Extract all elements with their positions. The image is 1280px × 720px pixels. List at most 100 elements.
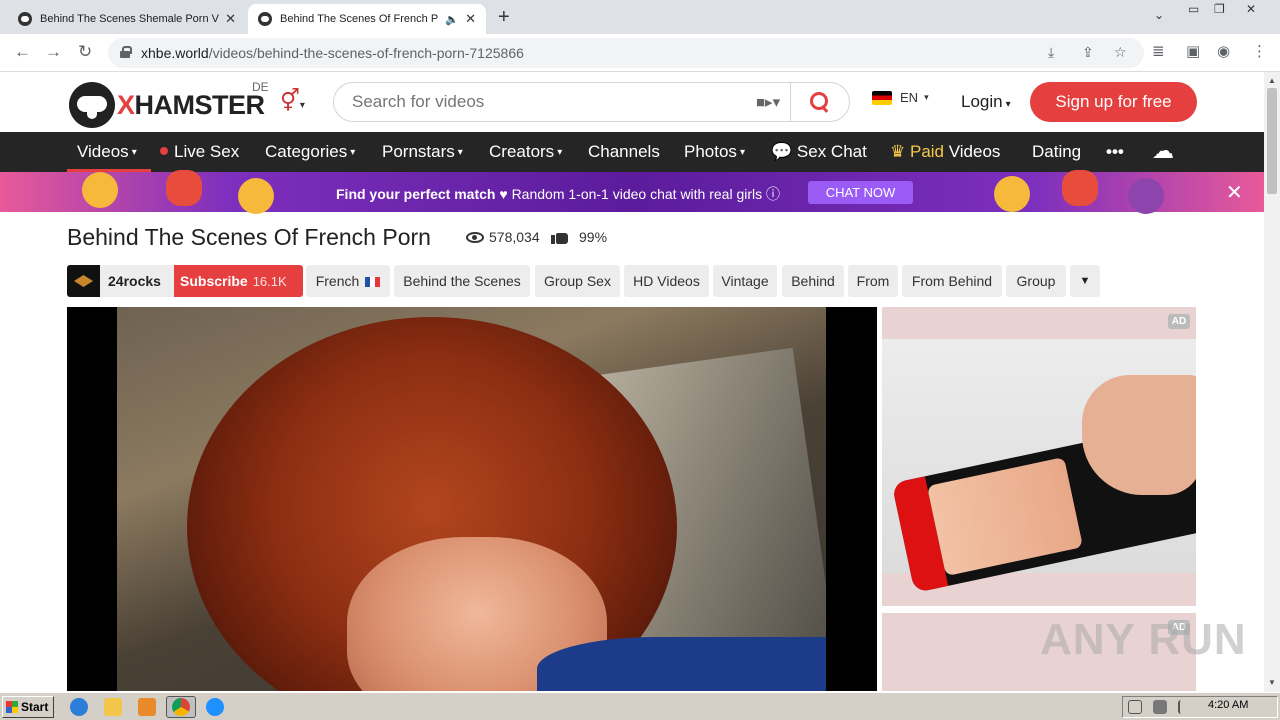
germany-flag-icon xyxy=(872,90,892,105)
url-text[interactable]: xhbe.world/videos/behind-the-scenes-of-f… xyxy=(141,45,524,61)
tab-search-icon[interactable]: ≣ xyxy=(1152,42,1165,60)
eye-icon xyxy=(466,231,484,243)
ad-image xyxy=(882,339,1196,593)
site-favicon-icon xyxy=(258,12,272,26)
main-nav: Videos ▾ Live Sex Categories ▾ Pornstars ▾ … xyxy=(0,132,1264,172)
nav-live-sex[interactable]: Live Sex xyxy=(160,142,239,162)
chat-now-button[interactable]: CHAT NOW xyxy=(808,181,913,204)
subscribe-button[interactable]: Subscribe 16.1K xyxy=(174,265,303,297)
close-icon[interactable]: ✕ xyxy=(1226,180,1243,205)
media-player-icon[interactable] xyxy=(138,698,156,716)
nav-categories[interactable]: Categories ▾ xyxy=(265,142,355,162)
ad-banner-1[interactable]: AD xyxy=(882,307,1196,606)
info-icon[interactable]: ⓘ xyxy=(766,186,780,202)
new-tab-button[interactable]: + xyxy=(498,6,510,29)
maximize-button[interactable]: ❐ xyxy=(1214,2,1225,16)
lock-icon[interactable] xyxy=(120,46,132,58)
tag-french[interactable]: French xyxy=(306,265,390,297)
tab-title: Behind The Scenes Shemale Porn Vid xyxy=(40,13,220,25)
reload-icon[interactable]: ↻ xyxy=(78,42,92,62)
flag-icon[interactable] xyxy=(1178,700,1192,714)
start-button[interactable]: Start xyxy=(2,696,54,718)
back-icon[interactable]: ← xyxy=(14,42,31,62)
thumbs-up-icon[interactable] xyxy=(551,230,569,244)
ad-hand xyxy=(1082,375,1196,495)
france-flag-icon xyxy=(365,277,381,287)
video-frame xyxy=(117,307,826,691)
language-selector[interactable]: EN ▾ xyxy=(872,90,929,105)
subscriber-count: 16.1K xyxy=(252,274,287,289)
video-camera-icon[interactable]: ■▸▾ xyxy=(756,93,780,111)
folder-icon[interactable] xyxy=(104,698,122,716)
tag-behind[interactable]: Behind xyxy=(782,265,844,297)
tag-from-behind[interactable]: From Behind xyxy=(902,265,1002,297)
nav-videos[interactable]: Videos ▾ xyxy=(77,142,137,162)
chrome-icon[interactable] xyxy=(172,698,190,716)
search-icon[interactable] xyxy=(808,91,830,113)
video-player[interactable] xyxy=(67,307,877,691)
chevron-down-icon: ▾ xyxy=(1005,99,1011,110)
network-icon[interactable] xyxy=(1153,700,1167,714)
audio-playing-icon[interactable]: 🔈 xyxy=(445,13,459,26)
nav-channels[interactable]: Channels xyxy=(588,142,660,162)
nav-paid-videos[interactable]: ♛ Paid Videos xyxy=(890,142,1000,162)
scroll-thumb[interactable] xyxy=(1267,88,1277,194)
volume-icon[interactable] xyxy=(1128,700,1142,714)
ie-icon[interactable] xyxy=(70,698,88,716)
nav-photos[interactable]: Photos ▾ xyxy=(684,142,745,162)
nav-dating[interactable]: Dating xyxy=(1032,142,1081,162)
orientation-selector[interactable]: ⚥▾ xyxy=(280,88,305,114)
star-icon[interactable]: ☆ xyxy=(1114,44,1127,61)
install-icon[interactable]: ⤓ xyxy=(1048,44,1054,61)
scroll-down-icon[interactable]: ▼ xyxy=(1268,678,1276,687)
tab-list-icon[interactable]: ⌄ xyxy=(1154,8,1164,22)
side-panel-icon[interactable]: ▣ xyxy=(1186,42,1200,60)
forward-icon[interactable]: → xyxy=(45,42,62,62)
gender-icon: ⚥ xyxy=(280,88,300,113)
login-button[interactable]: Login ▾ xyxy=(961,92,1011,112)
os-taskbar: Start xyxy=(0,692,1280,720)
profile-icon[interactable]: ◉ xyxy=(1217,42,1230,60)
scroll-up-icon[interactable]: ▲ xyxy=(1268,76,1276,85)
live-dot-icon xyxy=(160,147,168,155)
nav-creators[interactable]: Creators ▾ xyxy=(489,142,562,162)
chevron-down-icon[interactable]: ▼ xyxy=(1070,265,1100,297)
video-title: Behind The Scenes Of French Porn xyxy=(67,224,431,250)
minimize-button[interactable]: ▭ xyxy=(1188,2,1199,16)
chevron-down-icon: ▾ xyxy=(131,147,137,158)
clock: 4:20 AM xyxy=(1208,699,1249,711)
tag-from[interactable]: From xyxy=(848,265,898,297)
tag-group-sex[interactable]: Group Sex xyxy=(535,265,620,297)
tab-close-icon[interactable]: ✕ xyxy=(225,11,236,27)
signup-button[interactable]: Sign up for free xyxy=(1030,82,1197,122)
chevron-down-icon: ▾ xyxy=(739,147,745,158)
browser-tab-bar: Behind The Scenes Shemale Porn Vid ✕ Beh… xyxy=(0,0,1280,34)
page-scrollbar[interactable]: ▲ ▼ xyxy=(1264,72,1280,692)
close-window-button[interactable]: ✕ xyxy=(1246,2,1256,16)
promo-banner[interactable]: Find your perfect match ♥ Random 1-on-1 … xyxy=(0,170,1264,214)
search-box: ■▸▾ xyxy=(333,82,850,122)
tag-group[interactable]: Group xyxy=(1006,265,1066,297)
search-divider xyxy=(790,83,791,121)
menu-icon[interactable]: ⋮ xyxy=(1252,42,1267,60)
search-input[interactable] xyxy=(352,92,732,112)
emoji-star-eyes-icon xyxy=(994,176,1030,212)
tag-vintage[interactable]: Vintage xyxy=(713,265,777,297)
nav-pornstars[interactable]: Pornstars ▾ xyxy=(382,142,463,162)
channel-name[interactable]: 24rocks xyxy=(100,265,174,297)
nav-more-button[interactable]: ••• xyxy=(1106,142,1124,162)
tag-behind-the-scenes[interactable]: Behind the Scenes xyxy=(394,265,530,297)
crown-icon: ♛ xyxy=(890,142,906,161)
site-logo[interactable]: XHAMSTER xyxy=(69,82,265,128)
upload-cloud-icon[interactable]: ☁ xyxy=(1152,138,1174,164)
tag-hd-videos[interactable]: HD Videos xyxy=(624,265,709,297)
channel-avatar[interactable] xyxy=(67,265,100,297)
ad-badge: AD xyxy=(1168,314,1190,329)
address-bar[interactable]: xhbe.world/videos/behind-the-scenes-of-f… xyxy=(108,38,1144,68)
browser-tab-2[interactable]: Behind The Scenes Of French P 🔈 ✕ xyxy=(248,4,486,34)
browser-tab-1[interactable]: Behind The Scenes Shemale Porn Vid ✕ xyxy=(8,4,246,34)
share-icon[interactable]: ⇪ xyxy=(1082,44,1094,61)
tab-close-icon[interactable]: ✕ xyxy=(465,11,476,27)
edge-icon[interactable] xyxy=(206,698,224,716)
nav-sex-chat[interactable]: 💬 Sex Chat xyxy=(771,142,867,162)
